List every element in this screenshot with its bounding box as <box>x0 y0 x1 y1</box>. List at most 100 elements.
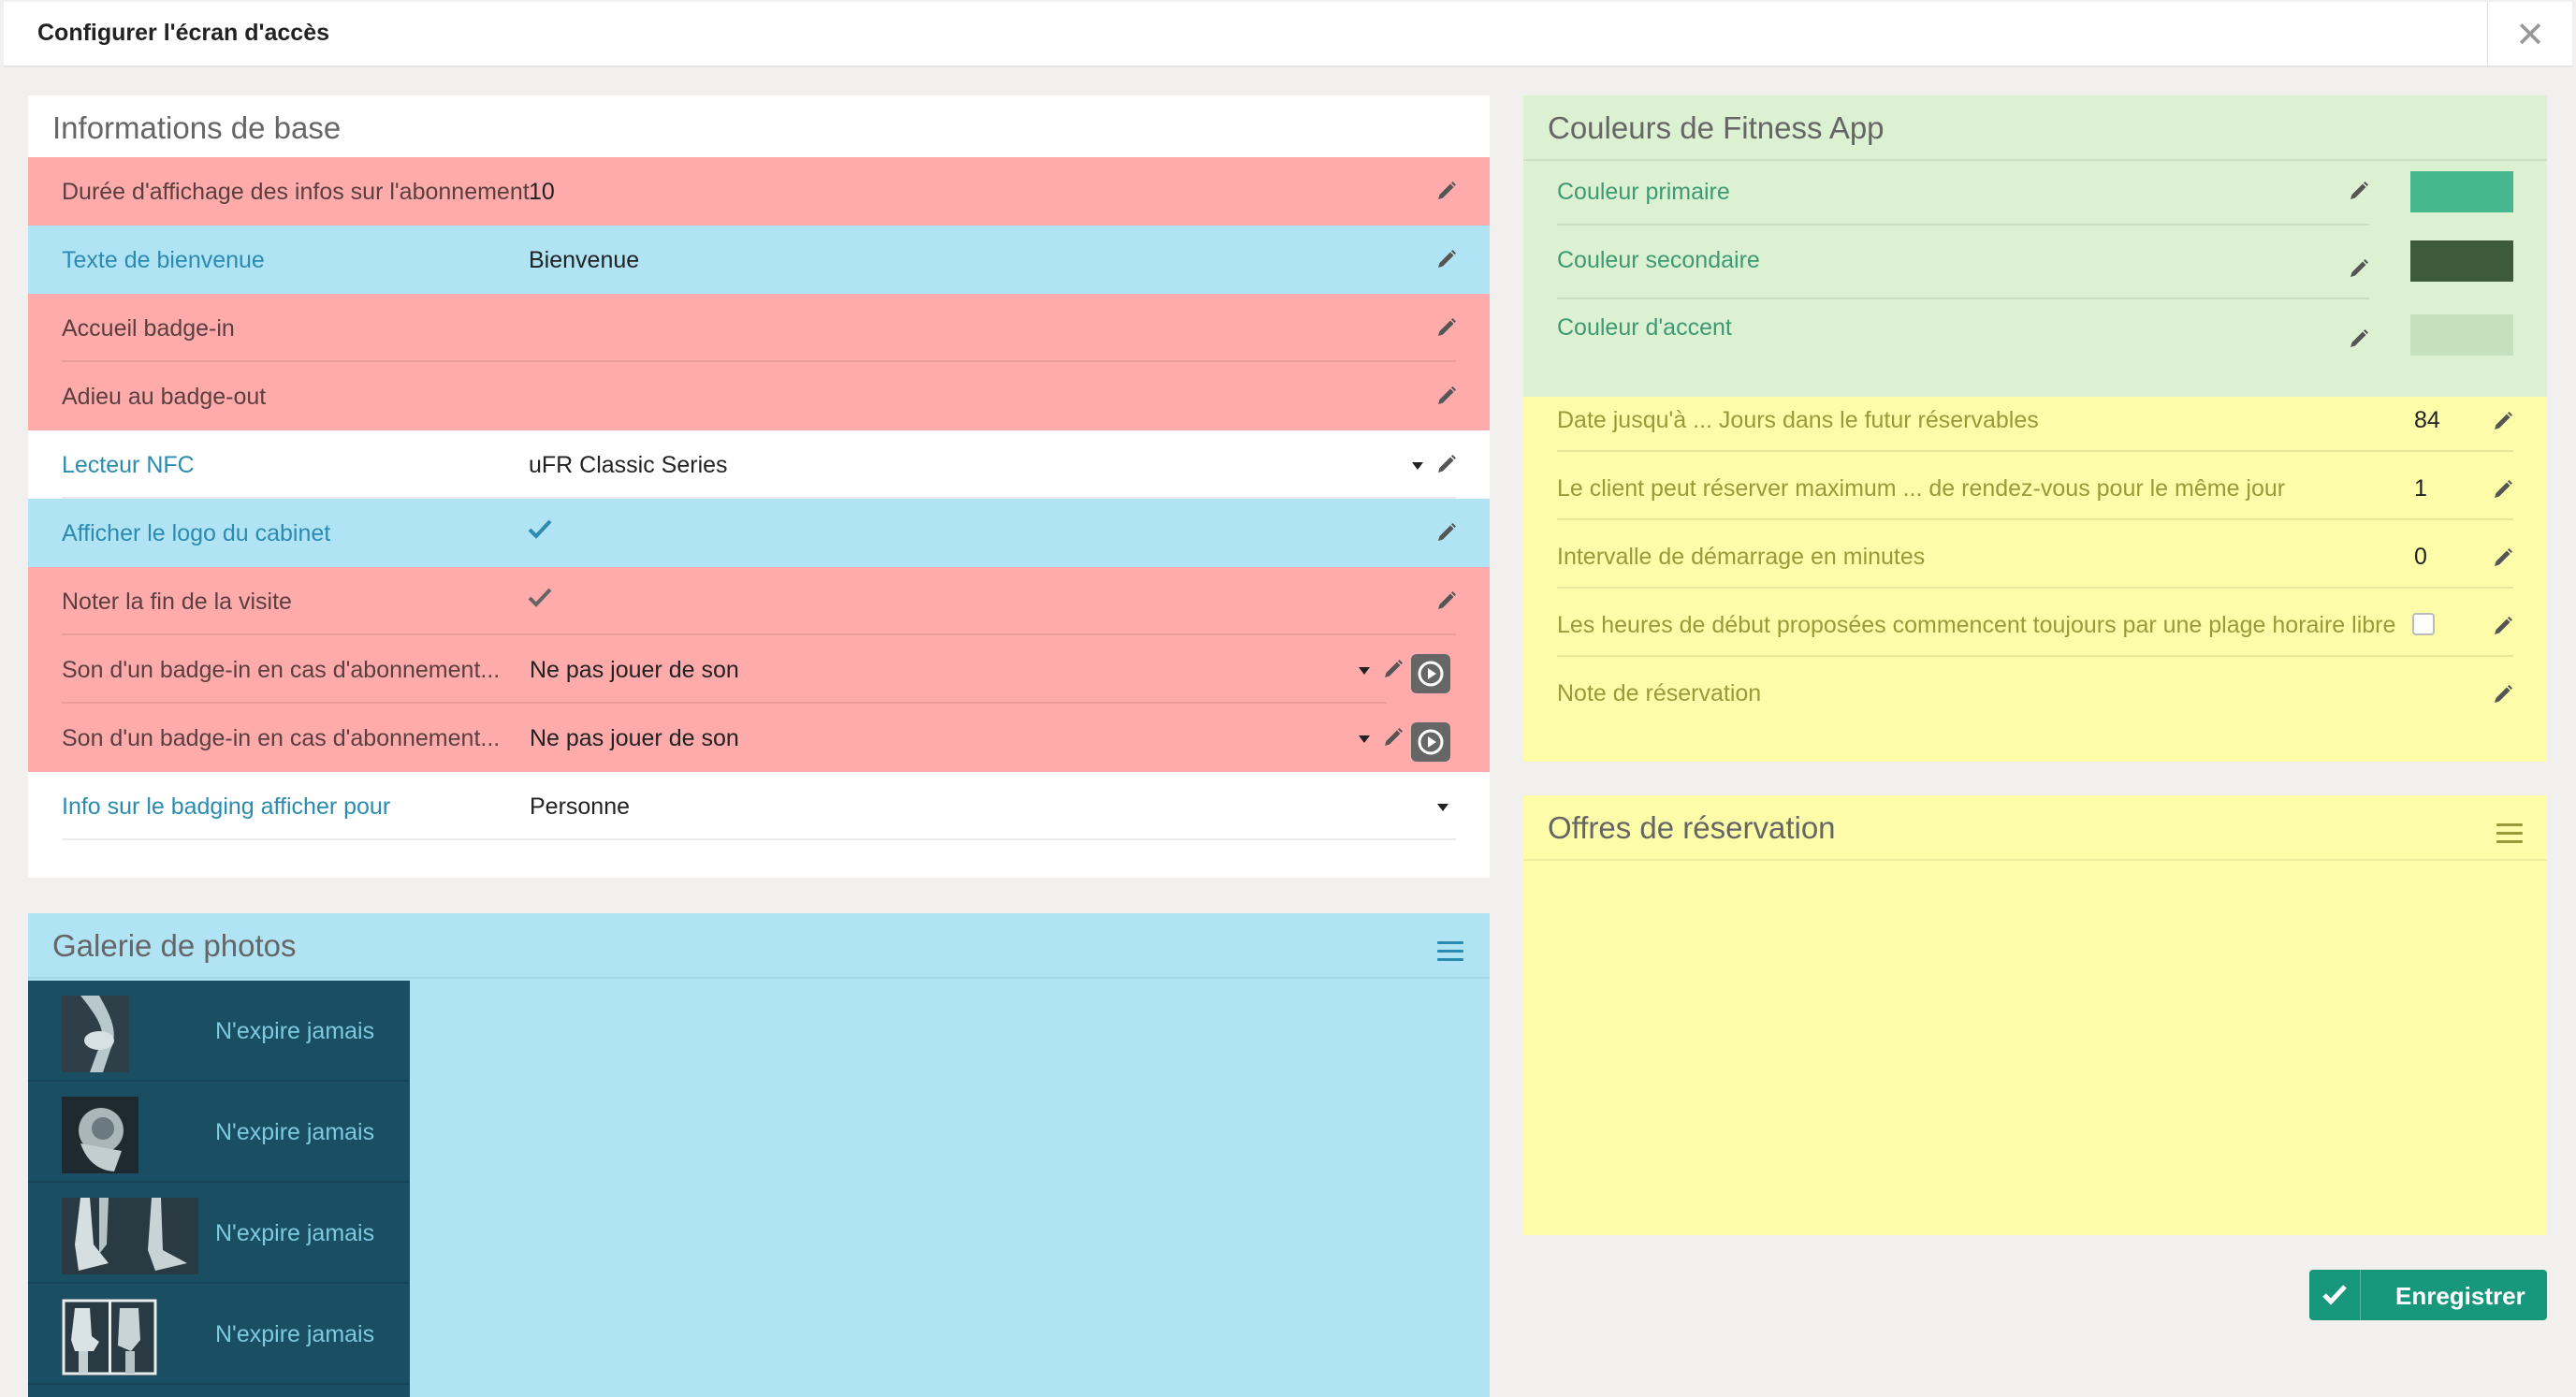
row-value[interactable]: 0 <box>2414 544 2427 571</box>
xray-thumbnail <box>62 996 129 1072</box>
primary-color-swatch[interactable] <box>2410 171 2513 212</box>
row-value[interactable]: Bienvenue <box>529 247 639 274</box>
badge-out-goodbye-row: Adieu au badge-out <box>28 362 1490 430</box>
row-label: Note de réservation <box>1557 680 1762 706</box>
xray-thumbnail <box>62 1299 157 1375</box>
play-icon <box>1418 661 1444 687</box>
row-label: Couleur primaire <box>1557 179 1730 205</box>
app-colors-title: Couleurs de Fitness App <box>1548 110 1885 145</box>
play-icon <box>1418 729 1444 755</box>
free-slot-checkbox[interactable] <box>2412 613 2435 635</box>
expiry-text: N'expire jamais <box>215 1119 375 1145</box>
checkmark-icon[interactable] <box>526 584 554 612</box>
edit-pencil-icon[interactable] <box>2492 683 2514 706</box>
row-underline <box>62 838 1456 840</box>
row-value[interactable]: 1 <box>2414 475 2427 502</box>
edit-pencil-icon[interactable] <box>1435 385 1458 407</box>
edit-pencil-icon[interactable] <box>1435 521 1458 544</box>
row-underline <box>1557 298 2369 299</box>
gallery-title: Galerie de photos <box>52 928 297 963</box>
dialog-title: Configurer l'écran d'accès <box>37 20 329 46</box>
row-label: Lecteur NFC <box>62 452 195 478</box>
chevron-down-icon[interactable] <box>1437 804 1448 811</box>
expiry-text: N'expire jamais <box>215 1321 375 1347</box>
app-colors-panel: Couleurs de Fitness App Couleur primaire… <box>1523 95 2547 397</box>
bookable-days-row: Date jusqu'à ... Jours dans le futur rés… <box>1523 397 2547 465</box>
expiry-text: N'expire jamais <box>215 1220 375 1246</box>
gallery-item[interactable]: N'expire jamais <box>28 1284 410 1385</box>
row-value[interactable]: 84 <box>2414 407 2440 434</box>
edit-pencil-icon[interactable] <box>1435 180 1458 202</box>
expiry-text: N'expire jamais <box>215 1018 375 1044</box>
welcome-text-row: Texte de bienvenue Bienvenue <box>28 226 1490 294</box>
xray-thumbnail <box>62 1198 198 1274</box>
badging-info-row: Info sur le badging afficher pour Person… <box>28 772 1490 840</box>
edit-pencil-icon[interactable] <box>2492 546 2514 569</box>
accent-color-swatch[interactable] <box>2410 314 2513 356</box>
sound-select[interactable]: Ne pas jouer de son <box>530 725 739 752</box>
row-label: Afficher le logo du cabinet <box>62 520 331 546</box>
basic-info-title: Informations de base <box>52 110 342 145</box>
panel-divider <box>28 977 1490 979</box>
row-label: Durée d'affichage des infos sur l'abonne… <box>62 179 530 205</box>
panel-divider <box>1523 859 2547 861</box>
sound-select[interactable]: Ne pas jouer de son <box>530 657 739 684</box>
row-underline <box>1557 518 2513 520</box>
booking-note-row: Note de réservation <box>1523 670 2547 738</box>
row-label: Texte de bienvenue <box>62 247 265 273</box>
edit-pencil-icon[interactable] <box>1435 589 1458 612</box>
row-label: Les heures de début proposées commencent… <box>1557 612 2396 638</box>
badge-in-sound-row: Son d'un badge-in en cas d'abonnement...… <box>28 635 1490 704</box>
edit-pencil-icon[interactable] <box>2348 327 2370 350</box>
save-button[interactable]: Enregistrer <box>2309 1270 2547 1320</box>
booking-offers-panel: Offres de réservation <box>1523 795 2547 1235</box>
chevron-down-icon[interactable] <box>1412 462 1423 470</box>
free-slot-start-row: Les heures de début proposées commencent… <box>1523 602 2547 670</box>
row-label: Couleur d'accent <box>1557 314 1732 341</box>
checkmark-icon[interactable] <box>526 516 554 544</box>
nfc-reader-select[interactable]: uFR Classic Series <box>529 452 728 479</box>
row-underline <box>1557 655 2513 657</box>
edit-pencil-icon[interactable] <box>1435 316 1458 339</box>
row-label: Info sur le badging afficher pour <box>62 793 391 820</box>
menu-icon[interactable] <box>2496 823 2523 844</box>
edit-pencil-icon[interactable] <box>1382 726 1404 749</box>
edit-pencil-icon[interactable] <box>2492 478 2514 501</box>
badge-in-sound-row-2: Son d'un badge-in en cas d'abonnement...… <box>28 704 1490 772</box>
edit-pencil-icon[interactable] <box>1435 248 1458 270</box>
row-value[interactable]: 10 <box>529 179 555 206</box>
edit-pencil-icon[interactable] <box>2348 257 2370 280</box>
subscription-info-duration-row: Durée d'affichage des infos sur l'abonne… <box>28 157 1490 226</box>
nfc-reader-row: Lecteur NFC uFR Classic Series <box>28 430 1490 499</box>
note-visit-end-row: Noter la fin de la visite <box>28 567 1490 635</box>
secondary-color-swatch[interactable] <box>2410 240 2513 282</box>
basic-info-panel: Informations de base Durée d'affichage d… <box>28 95 1490 878</box>
row-label: Accueil badge-in <box>62 315 235 342</box>
chevron-down-icon[interactable] <box>1359 667 1370 675</box>
gallery-item[interactable]: N'expire jamais <box>28 981 410 1082</box>
gallery-list: N'expire jamais N'expire jamais N'expire… <box>28 981 410 1397</box>
check-icon <box>2309 1270 2361 1320</box>
close-button[interactable]: ✕ <box>2487 2 2572 67</box>
row-label: Son d'un badge-in en cas d'abonnement... <box>62 725 501 751</box>
save-button-label: Enregistrer <box>2395 1282 2525 1310</box>
booking-offers-title: Offres de réservation <box>1548 810 1836 845</box>
edit-pencil-icon[interactable] <box>2492 410 2514 432</box>
edit-pencil-icon[interactable] <box>2492 615 2514 637</box>
row-label: Date jusqu'à ... Jours dans le futur rés… <box>1557 407 2039 433</box>
show-logo-row: Afficher le logo du cabinet <box>28 499 1490 567</box>
menu-icon[interactable] <box>1437 941 1463 962</box>
play-sound-button[interactable] <box>1411 654 1450 693</box>
row-underline <box>1557 587 2513 589</box>
edit-pencil-icon[interactable] <box>1435 453 1458 475</box>
gallery-item[interactable]: N'expire jamais <box>28 1183 410 1284</box>
badging-info-select[interactable]: Personne <box>530 793 630 821</box>
start-interval-row: Intervalle de démarrage en minutes 0 <box>1523 533 2547 602</box>
gallery-item[interactable]: N'expire jamais <box>28 1082 410 1183</box>
close-icon: ✕ <box>2515 15 2545 55</box>
play-sound-button[interactable] <box>1411 722 1450 762</box>
edit-pencil-icon[interactable] <box>1382 658 1404 680</box>
row-label: Couleur secondaire <box>1557 247 1760 273</box>
edit-pencil-icon[interactable] <box>2348 180 2370 202</box>
chevron-down-icon[interactable] <box>1359 735 1370 743</box>
